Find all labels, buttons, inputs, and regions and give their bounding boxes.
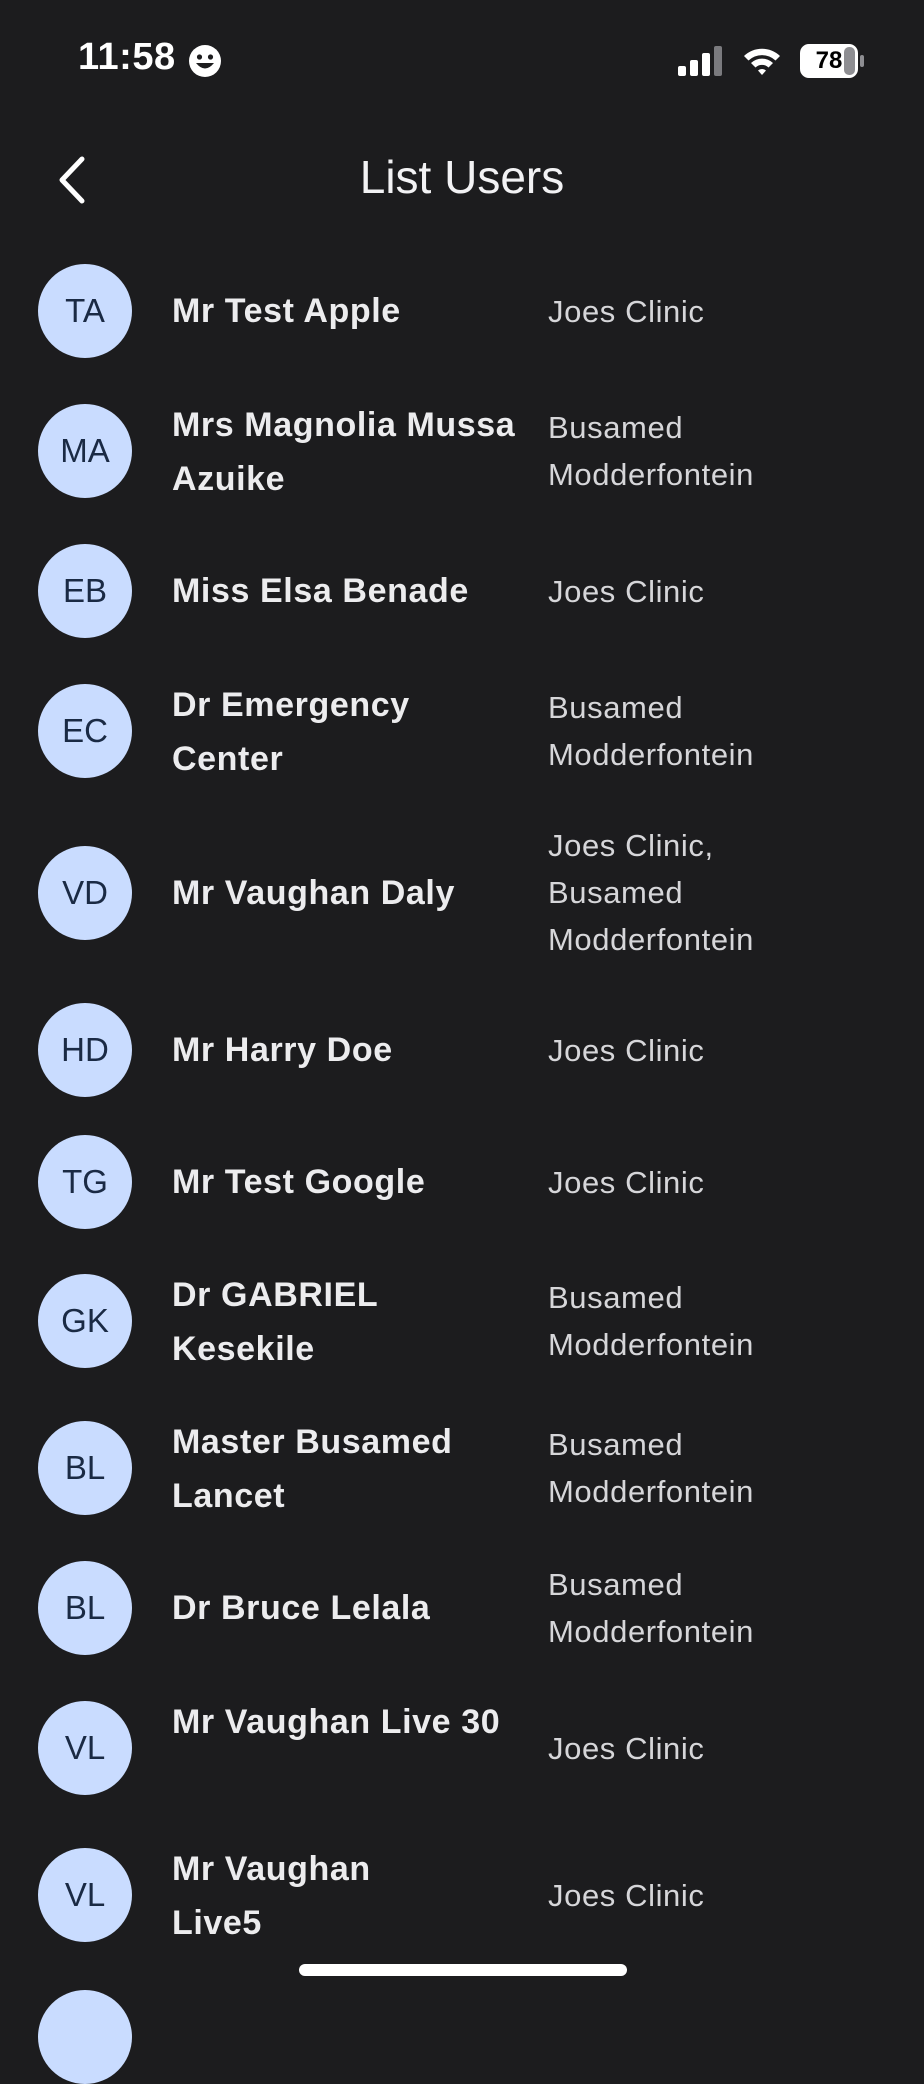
user-name: Master Busamed Lancet bbox=[172, 1423, 453, 1515]
user-row[interactable]: BL Master Busamed Lancet Busamed Modderf… bbox=[0, 1421, 924, 1515]
avatar: TG bbox=[38, 1135, 132, 1229]
cellular-signal-icon bbox=[678, 46, 722, 76]
user-row[interactable]: TA Mr Test Apple Joes Clinic bbox=[0, 264, 924, 358]
user-row[interactable]: BL Dr Bruce Lelala Busamed Modderfontein bbox=[0, 1561, 924, 1655]
page-title: List Users bbox=[359, 151, 565, 203]
wifi-icon bbox=[744, 48, 780, 75]
home-indicator bbox=[299, 1964, 627, 1976]
user-clinic: Joes Clinic bbox=[548, 1033, 705, 1068]
user-clinic: Joes Clinic bbox=[548, 1878, 705, 1913]
navigation-header: List Users bbox=[0, 140, 924, 220]
status-time: 11:58 bbox=[78, 36, 176, 78]
user-name: Dr Bruce Lelala bbox=[172, 1589, 431, 1627]
user-row[interactable]: GK Dr GABRIEL Kesekile Busamed Modderfon… bbox=[0, 1274, 924, 1368]
battery-indicator: 78 bbox=[800, 44, 866, 78]
user-clinic: Busamed Modderfontein bbox=[548, 1427, 754, 1509]
user-row[interactable]: EB Miss Elsa Benade Joes Clinic bbox=[0, 544, 924, 638]
avatar: BL bbox=[38, 1421, 132, 1515]
user-clinic: Joes Clinic bbox=[548, 1165, 705, 1200]
avatar: TA bbox=[38, 264, 132, 358]
avatar: VL bbox=[38, 1848, 132, 1942]
user-name: Mr Test Google bbox=[172, 1163, 426, 1201]
user-clinic: Joes Clinic bbox=[548, 294, 705, 329]
user-name: Mrs Magnolia Mussa Azuike bbox=[172, 406, 516, 498]
user-row[interactable]: EC Dr Emergency Center Busamed Modderfon… bbox=[0, 684, 924, 778]
user-clinic: Busamed Modderfontein bbox=[548, 690, 754, 772]
status-indicators: 78 bbox=[678, 44, 866, 78]
user-row[interactable]: TG Mr Test Google Joes Clinic bbox=[0, 1135, 924, 1229]
user-row[interactable]: VL Mr Vaughan Live 30 Joes Clinic bbox=[0, 1701, 924, 1795]
user-name: Miss Elsa Benade bbox=[172, 572, 469, 610]
avatar bbox=[38, 1990, 132, 2084]
user-clinic: Joes Clinic bbox=[548, 574, 705, 609]
user-name: Mr Test Apple bbox=[172, 292, 401, 330]
avatar: EC bbox=[38, 684, 132, 778]
avatar: GK bbox=[38, 1274, 132, 1368]
user-row[interactable]: VL Mr Vaughan Live5 Joes Clinic bbox=[0, 1848, 924, 1942]
user-name: Mr Harry Doe bbox=[172, 1031, 393, 1069]
user-name: Dr GABRIEL Kesekile bbox=[172, 1276, 378, 1368]
user-clinic: Busamed Modderfontein bbox=[548, 410, 754, 492]
user-name: Mr Vaughan Daly bbox=[172, 874, 455, 912]
avatar: HD bbox=[38, 1003, 132, 1097]
user-name: Mr Vaughan Live5 bbox=[172, 1850, 371, 1942]
avatar: VL bbox=[38, 1701, 132, 1795]
user-name: Mr Vaughan Live 30 bbox=[172, 1703, 501, 1741]
user-row[interactable]: VD Mr Vaughan Daly Joes Clinic, Busamed … bbox=[0, 828, 924, 957]
user-row[interactable]: HD Mr Harry Doe Joes Clinic bbox=[0, 1003, 924, 1097]
avatar: MA bbox=[38, 404, 132, 498]
avatar: EB bbox=[38, 544, 132, 638]
user-clinic: Busamed Modderfontein bbox=[548, 1567, 754, 1649]
status-bar: 11:58 78 bbox=[0, 0, 924, 120]
battery-level: 78 bbox=[815, 47, 843, 74]
avatar: BL bbox=[38, 1561, 132, 1655]
user-clinic: Joes Clinic bbox=[548, 1731, 705, 1766]
user-clinic: Joes Clinic, Busamed Modderfontein bbox=[548, 828, 754, 957]
avatar: VD bbox=[38, 846, 132, 940]
user-name: Dr Emergency Center bbox=[172, 686, 410, 778]
user-row[interactable]: MA Mrs Magnolia Mussa Azuike Busamed Mod… bbox=[0, 404, 924, 498]
smiley-icon bbox=[189, 45, 221, 77]
user-clinic: Busamed Modderfontein bbox=[548, 1280, 754, 1362]
